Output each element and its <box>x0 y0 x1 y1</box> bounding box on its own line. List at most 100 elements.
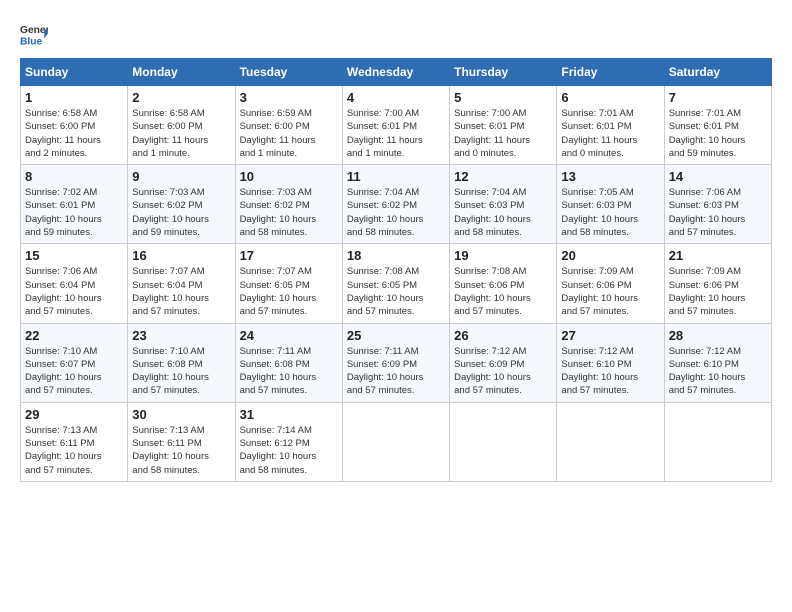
calendar-day-cell: 21Sunrise: 7:09 AMSunset: 6:06 PMDayligh… <box>664 244 771 323</box>
calendar-day-cell: 9 Sunrise: 7:03 AMSunset: 6:02 PMDaylight… <box>128 165 235 244</box>
day-info: Sunrise: 7:11 AMSunset: 6:09 PMDaylight:… <box>347 345 445 398</box>
day-info: Sunrise: 6:58 AMSunset: 6:00 PMDaylight:… <box>132 107 230 160</box>
day-number: 12 <box>454 169 552 184</box>
day-number: 17 <box>240 248 338 263</box>
calendar-week-row: 29 Sunrise: 7:13 AMSunset: 6:11 PMDayligh… <box>21 402 772 481</box>
day-number: 23 <box>132 328 230 343</box>
calendar-day-cell: 17Sunrise: 7:07 AMSunset: 6:05 PMDayligh… <box>235 244 342 323</box>
calendar-day-cell: 22 Sunrise: 7:10 AMSunset: 6:07 PMDayligh… <box>21 323 128 402</box>
calendar-day-cell: 5Sunrise: 7:00 AMSunset: 6:01 PMDaylight… <box>450 86 557 165</box>
day-number: 2 <box>132 90 230 105</box>
calendar-day-cell: 7 Sunrise: 7:01 AMSunset: 6:01 PMDaylight… <box>664 86 771 165</box>
weekday-header-cell: Friday <box>557 59 664 86</box>
day-info: Sunrise: 7:13 AMSunset: 6:11 PMDaylight:… <box>132 424 230 477</box>
weekday-header-cell: Wednesday <box>342 59 449 86</box>
calendar-day-cell: 27 Sunrise: 7:12 AMSunset: 6:10 PMDayligh… <box>557 323 664 402</box>
day-number: 1 <box>25 90 123 105</box>
calendar-day-cell: 11 Sunrise: 7:04 AMSunset: 6:02 PMDayligh… <box>342 165 449 244</box>
calendar-table: SundayMondayTuesdayWednesdayThursdayFrid… <box>20 58 772 482</box>
day-info: Sunrise: 7:12 AMSunset: 6:09 PMDaylight:… <box>454 345 552 398</box>
weekday-header-cell: Tuesday <box>235 59 342 86</box>
calendar-day-cell: 24 Sunrise: 7:11 AMSunset: 6:08 PMDayligh… <box>235 323 342 402</box>
calendar-day-cell: 25 Sunrise: 7:11 AMSunset: 6:09 PMDayligh… <box>342 323 449 402</box>
day-info: Sunrise: 7:08 AMSunset: 6:06 PMDaylight:… <box>454 265 552 318</box>
logo: General Blue <box>20 20 48 48</box>
calendar-day-cell: 19Sunrise: 7:08 AMSunset: 6:06 PMDayligh… <box>450 244 557 323</box>
calendar-week-row: 22 Sunrise: 7:10 AMSunset: 6:07 PMDayligh… <box>21 323 772 402</box>
day-info: Sunrise: 7:10 AMSunset: 6:07 PMDaylight:… <box>25 345 123 398</box>
day-info: Sunrise: 7:02 AMSunset: 6:01 PMDaylight:… <box>25 186 123 239</box>
day-info: Sunrise: 7:08 AMSunset: 6:05 PMDaylight:… <box>347 265 445 318</box>
calendar-week-row: 8 Sunrise: 7:02 AMSunset: 6:01 PMDaylight… <box>21 165 772 244</box>
day-info: Sunrise: 7:04 AMSunset: 6:02 PMDaylight:… <box>347 186 445 239</box>
calendar-day-cell <box>664 402 771 481</box>
calendar-day-cell: 14Sunrise: 7:06 AMSunset: 6:03 PMDayligh… <box>664 165 771 244</box>
svg-text:Blue: Blue <box>20 36 43 47</box>
day-info: Sunrise: 7:12 AMSunset: 6:10 PMDaylight:… <box>561 345 659 398</box>
calendar-day-cell <box>450 402 557 481</box>
day-number: 9 <box>132 169 230 184</box>
calendar-day-cell: 26 Sunrise: 7:12 AMSunset: 6:09 PMDayligh… <box>450 323 557 402</box>
day-number: 28 <box>669 328 767 343</box>
day-number: 8 <box>25 169 123 184</box>
day-info: Sunrise: 6:59 AMSunset: 6:00 PMDaylight:… <box>240 107 338 160</box>
day-info: Sunrise: 7:03 AMSunset: 6:02 PMDaylight:… <box>240 186 338 239</box>
day-info: Sunrise: 7:06 AMSunset: 6:03 PMDaylight:… <box>669 186 767 239</box>
day-number: 26 <box>454 328 552 343</box>
day-number: 10 <box>240 169 338 184</box>
logo-icon: General Blue <box>20 20 48 48</box>
weekday-header-cell: Monday <box>128 59 235 86</box>
day-number: 5 <box>454 90 552 105</box>
day-info: Sunrise: 7:13 AMSunset: 6:11 PMDaylight:… <box>25 424 123 477</box>
calendar-day-cell: 29 Sunrise: 7:13 AMSunset: 6:11 PMDayligh… <box>21 402 128 481</box>
day-number: 20 <box>561 248 659 263</box>
day-number: 3 <box>240 90 338 105</box>
calendar-body: 1 Sunrise: 6:58 AMSunset: 6:00 PMDaylight… <box>21 86 772 482</box>
calendar-day-cell: 12Sunrise: 7:04 AMSunset: 6:03 PMDayligh… <box>450 165 557 244</box>
day-info: Sunrise: 7:12 AMSunset: 6:10 PMDaylight:… <box>669 345 767 398</box>
calendar-day-cell: 1 Sunrise: 6:58 AMSunset: 6:00 PMDaylight… <box>21 86 128 165</box>
weekday-header-cell: Thursday <box>450 59 557 86</box>
calendar-day-cell: 16Sunrise: 7:07 AMSunset: 6:04 PMDayligh… <box>128 244 235 323</box>
day-info: Sunrise: 7:11 AMSunset: 6:08 PMDaylight:… <box>240 345 338 398</box>
calendar-day-cell <box>342 402 449 481</box>
weekday-header-cell: Sunday <box>21 59 128 86</box>
day-info: Sunrise: 7:03 AMSunset: 6:02 PMDaylight:… <box>132 186 230 239</box>
calendar-day-cell: 28 Sunrise: 7:12 AMSunset: 6:10 PMDayligh… <box>664 323 771 402</box>
calendar-day-cell: 23Sunrise: 7:10 AMSunset: 6:08 PMDayligh… <box>128 323 235 402</box>
day-number: 21 <box>669 248 767 263</box>
day-number: 7 <box>669 90 767 105</box>
day-number: 16 <box>132 248 230 263</box>
calendar-day-cell <box>557 402 664 481</box>
day-info: Sunrise: 7:06 AMSunset: 6:04 PMDaylight:… <box>25 265 123 318</box>
calendar-day-cell: 20 Sunrise: 7:09 AMSunset: 6:06 PMDayligh… <box>557 244 664 323</box>
day-info: Sunrise: 7:05 AMSunset: 6:03 PMDaylight:… <box>561 186 659 239</box>
day-info: Sunrise: 7:09 AMSunset: 6:06 PMDaylight:… <box>561 265 659 318</box>
day-number: 29 <box>25 407 123 422</box>
day-info: Sunrise: 7:14 AMSunset: 6:12 PMDaylight:… <box>240 424 338 477</box>
day-number: 18 <box>347 248 445 263</box>
day-number: 15 <box>25 248 123 263</box>
calendar-day-cell: 3 Sunrise: 6:59 AMSunset: 6:00 PMDaylight… <box>235 86 342 165</box>
day-number: 22 <box>25 328 123 343</box>
calendar-day-cell: 6Sunrise: 7:01 AMSunset: 6:01 PMDaylight… <box>557 86 664 165</box>
calendar-day-cell: 10 Sunrise: 7:03 AMSunset: 6:02 PMDayligh… <box>235 165 342 244</box>
calendar-day-cell: 31Sunrise: 7:14 AMSunset: 6:12 PMDayligh… <box>235 402 342 481</box>
day-number: 25 <box>347 328 445 343</box>
day-info: Sunrise: 7:01 AMSunset: 6:01 PMDaylight:… <box>669 107 767 160</box>
calendar-day-cell: 18 Sunrise: 7:08 AMSunset: 6:05 PMDayligh… <box>342 244 449 323</box>
header: General Blue <box>20 20 772 48</box>
day-info: Sunrise: 6:58 AMSunset: 6:00 PMDaylight:… <box>25 107 123 160</box>
day-number: 4 <box>347 90 445 105</box>
calendar-day-cell: 2 Sunrise: 6:58 AMSunset: 6:00 PMDaylight… <box>128 86 235 165</box>
day-number: 11 <box>347 169 445 184</box>
day-number: 30 <box>132 407 230 422</box>
day-number: 24 <box>240 328 338 343</box>
day-number: 27 <box>561 328 659 343</box>
svg-text:General: General <box>20 25 48 36</box>
day-number: 13 <box>561 169 659 184</box>
calendar-day-cell: 15 Sunrise: 7:06 AMSunset: 6:04 PMDayligh… <box>21 244 128 323</box>
weekday-header-cell: Saturday <box>664 59 771 86</box>
calendar-week-row: 1 Sunrise: 6:58 AMSunset: 6:00 PMDaylight… <box>21 86 772 165</box>
calendar-day-cell: 13 Sunrise: 7:05 AMSunset: 6:03 PMDayligh… <box>557 165 664 244</box>
